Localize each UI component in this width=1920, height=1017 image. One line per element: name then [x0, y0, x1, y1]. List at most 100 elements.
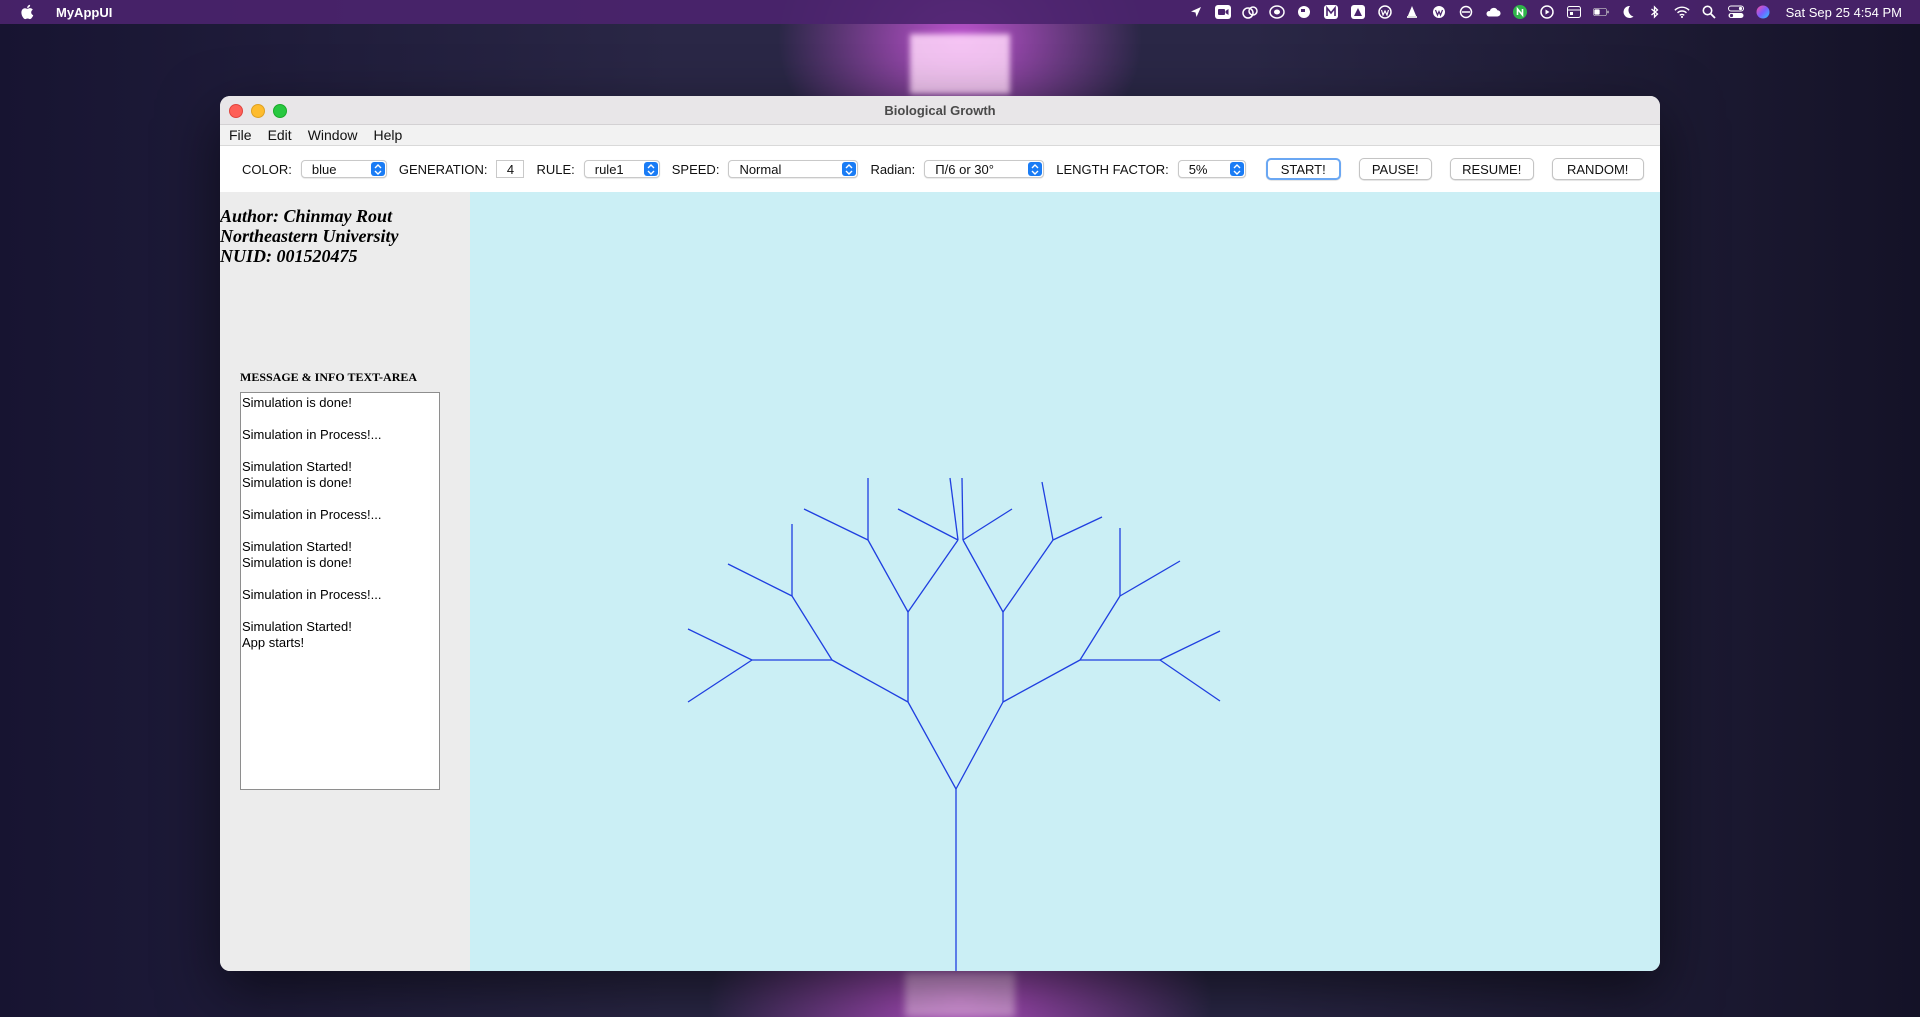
- color-label: COLOR:: [242, 161, 292, 177]
- tree-branch: [687, 659, 753, 703]
- calendar-icon[interactable]: [1566, 5, 1582, 19]
- moon-icon[interactable]: [1620, 5, 1636, 19]
- random-button[interactable]: RANDOM!: [1551, 158, 1644, 180]
- speed-select-value: Normal: [739, 161, 782, 177]
- speed-select[interactable]: Normal: [728, 160, 859, 178]
- menubar-clock[interactable]: Sat Sep 25 4:54 PM: [1786, 5, 1902, 20]
- n-icon[interactable]: [1512, 5, 1528, 19]
- message-area-label: MESSAGE & INFO TEXT-AREA: [240, 370, 418, 384]
- wp-icon[interactable]: [1431, 5, 1447, 19]
- tree-branch: [907, 701, 957, 790]
- active-app-name[interactable]: MyAppUI: [56, 5, 112, 20]
- color-select[interactable]: blue: [300, 160, 387, 178]
- bluetooth-icon[interactable]: [1647, 5, 1663, 19]
- tree-branch: [1159, 630, 1221, 661]
- radian-select-value: Π/6 or 30°: [935, 161, 994, 177]
- tree-branch: [907, 539, 959, 613]
- a-icon[interactable]: [1350, 5, 1366, 19]
- menu-window[interactable]: Window: [308, 127, 358, 143]
- app-window: Biological Growth File Edit Window Help …: [220, 96, 1660, 971]
- rule-select[interactable]: rule1: [583, 160, 660, 178]
- radian-select[interactable]: Π/6 or 30°: [924, 160, 1045, 178]
- tree-branch: [1119, 560, 1181, 597]
- author-nuid: NUID: 001520475: [220, 246, 358, 266]
- tree-branch: [1052, 516, 1103, 541]
- minimize-window-button[interactable]: [251, 104, 265, 118]
- length-factor-select[interactable]: 5%: [1177, 160, 1246, 178]
- tree-branch: [961, 477, 964, 541]
- apple-icon[interactable]: [20, 4, 36, 20]
- tree-branch: [687, 628, 753, 661]
- status-icons: Sat Sep 25 4:54 PM: [1188, 0, 1902, 24]
- tree-branch: [867, 539, 909, 613]
- menu-edit[interactable]: Edit: [268, 127, 292, 143]
- w-icon[interactable]: [1377, 5, 1393, 19]
- speed-label: SPEED:: [671, 161, 720, 177]
- generation-label: GENERATION:: [398, 161, 488, 177]
- length-factor-label: LENGTH FACTOR:: [1056, 161, 1169, 177]
- rule-select-value: rule1: [594, 161, 624, 177]
- color-select-value: blue: [311, 161, 337, 177]
- window-controls: [229, 104, 287, 118]
- close-window-button[interactable]: [229, 104, 243, 118]
- zoom-icon[interactable]: [1214, 5, 1231, 19]
- tree-branch: [803, 508, 869, 541]
- author-university: Northeastern University: [220, 226, 399, 246]
- start-button[interactable]: START!: [1265, 158, 1341, 180]
- rule-label: RULE:: [536, 161, 575, 177]
- play-icon[interactable]: [1539, 5, 1555, 19]
- location-icon[interactable]: [1188, 5, 1204, 19]
- tree-branch: [962, 539, 1004, 613]
- chevron-up-down-icon: [1229, 162, 1244, 176]
- vlc-icon[interactable]: [1404, 5, 1420, 19]
- tree-branch: [949, 477, 959, 541]
- tree-branch: [1041, 481, 1054, 541]
- chevron-up-down-icon: [643, 162, 658, 176]
- control-toolbar: COLOR: blue GENERATION: 4 RULE: rule1 SP…: [220, 146, 1660, 192]
- wifi-icon[interactable]: [1674, 5, 1690, 19]
- tree-branch: [1002, 539, 1054, 613]
- control-center-icon[interactable]: [1727, 5, 1744, 19]
- window-titlebar[interactable]: Biological Growth: [220, 96, 1660, 125]
- tree-branch: [1002, 659, 1081, 703]
- tree-branch: [727, 563, 793, 597]
- battery-icon: [1592, 5, 1609, 19]
- cloud-icon[interactable]: [1485, 5, 1501, 19]
- growth-canvas[interactable]: [470, 192, 1660, 971]
- system-menu-bar: MyAppUI Sat Sep 25 4:54 PM: [0, 0, 1920, 24]
- app-menu-bar: File Edit Window Help: [220, 125, 1660, 146]
- siri-icon[interactable]: [1755, 5, 1771, 19]
- chevron-up-down-icon: [842, 162, 857, 176]
- globe-icon[interactable]: [1296, 5, 1312, 19]
- wallpaper-glow-bottom: [905, 972, 1015, 1017]
- window-title: Biological Growth: [884, 102, 996, 118]
- radian-label: Radian:: [870, 161, 916, 177]
- menu-help[interactable]: Help: [373, 127, 402, 143]
- tree-branch: [962, 508, 1013, 541]
- m-icon[interactable]: [1323, 5, 1339, 19]
- menu-file[interactable]: File: [229, 127, 252, 143]
- resume-button[interactable]: RESUME!: [1449, 158, 1534, 180]
- zoom-window-button[interactable]: [273, 104, 287, 118]
- length-factor-select-value: 5%: [1188, 161, 1208, 177]
- search-icon[interactable]: [1701, 5, 1717, 19]
- author-block: Author: Chinmay Rout Northeastern Univer…: [220, 206, 399, 266]
- info-panel: Author: Chinmay Rout Northeastern Univer…: [220, 192, 470, 971]
- tree-branch: [1079, 595, 1121, 661]
- tree-branch: [1159, 659, 1221, 702]
- message-text-area[interactable]: Simulation is done! Simulation in Proces…: [240, 392, 440, 790]
- tree-branch: [955, 701, 1004, 790]
- chevron-up-down-icon: [1028, 162, 1043, 176]
- sync-icon[interactable]: [1458, 5, 1474, 19]
- tree-drawing: [687, 477, 1221, 971]
- pause-button[interactable]: PAUSE!: [1358, 158, 1432, 180]
- generation-field[interactable]: 4: [496, 160, 525, 178]
- tree-branch: [831, 659, 909, 703]
- author-name: Author: Chinmay Rout: [220, 206, 393, 226]
- creative-cloud-icon[interactable]: [1241, 5, 1258, 19]
- adobe-icon[interactable]: [1268, 5, 1285, 19]
- tree-branch: [897, 508, 959, 541]
- tree-branch: [791, 595, 833, 661]
- chevron-up-down-icon: [370, 162, 385, 176]
- wallpaper-glow-top: [910, 34, 1010, 94]
